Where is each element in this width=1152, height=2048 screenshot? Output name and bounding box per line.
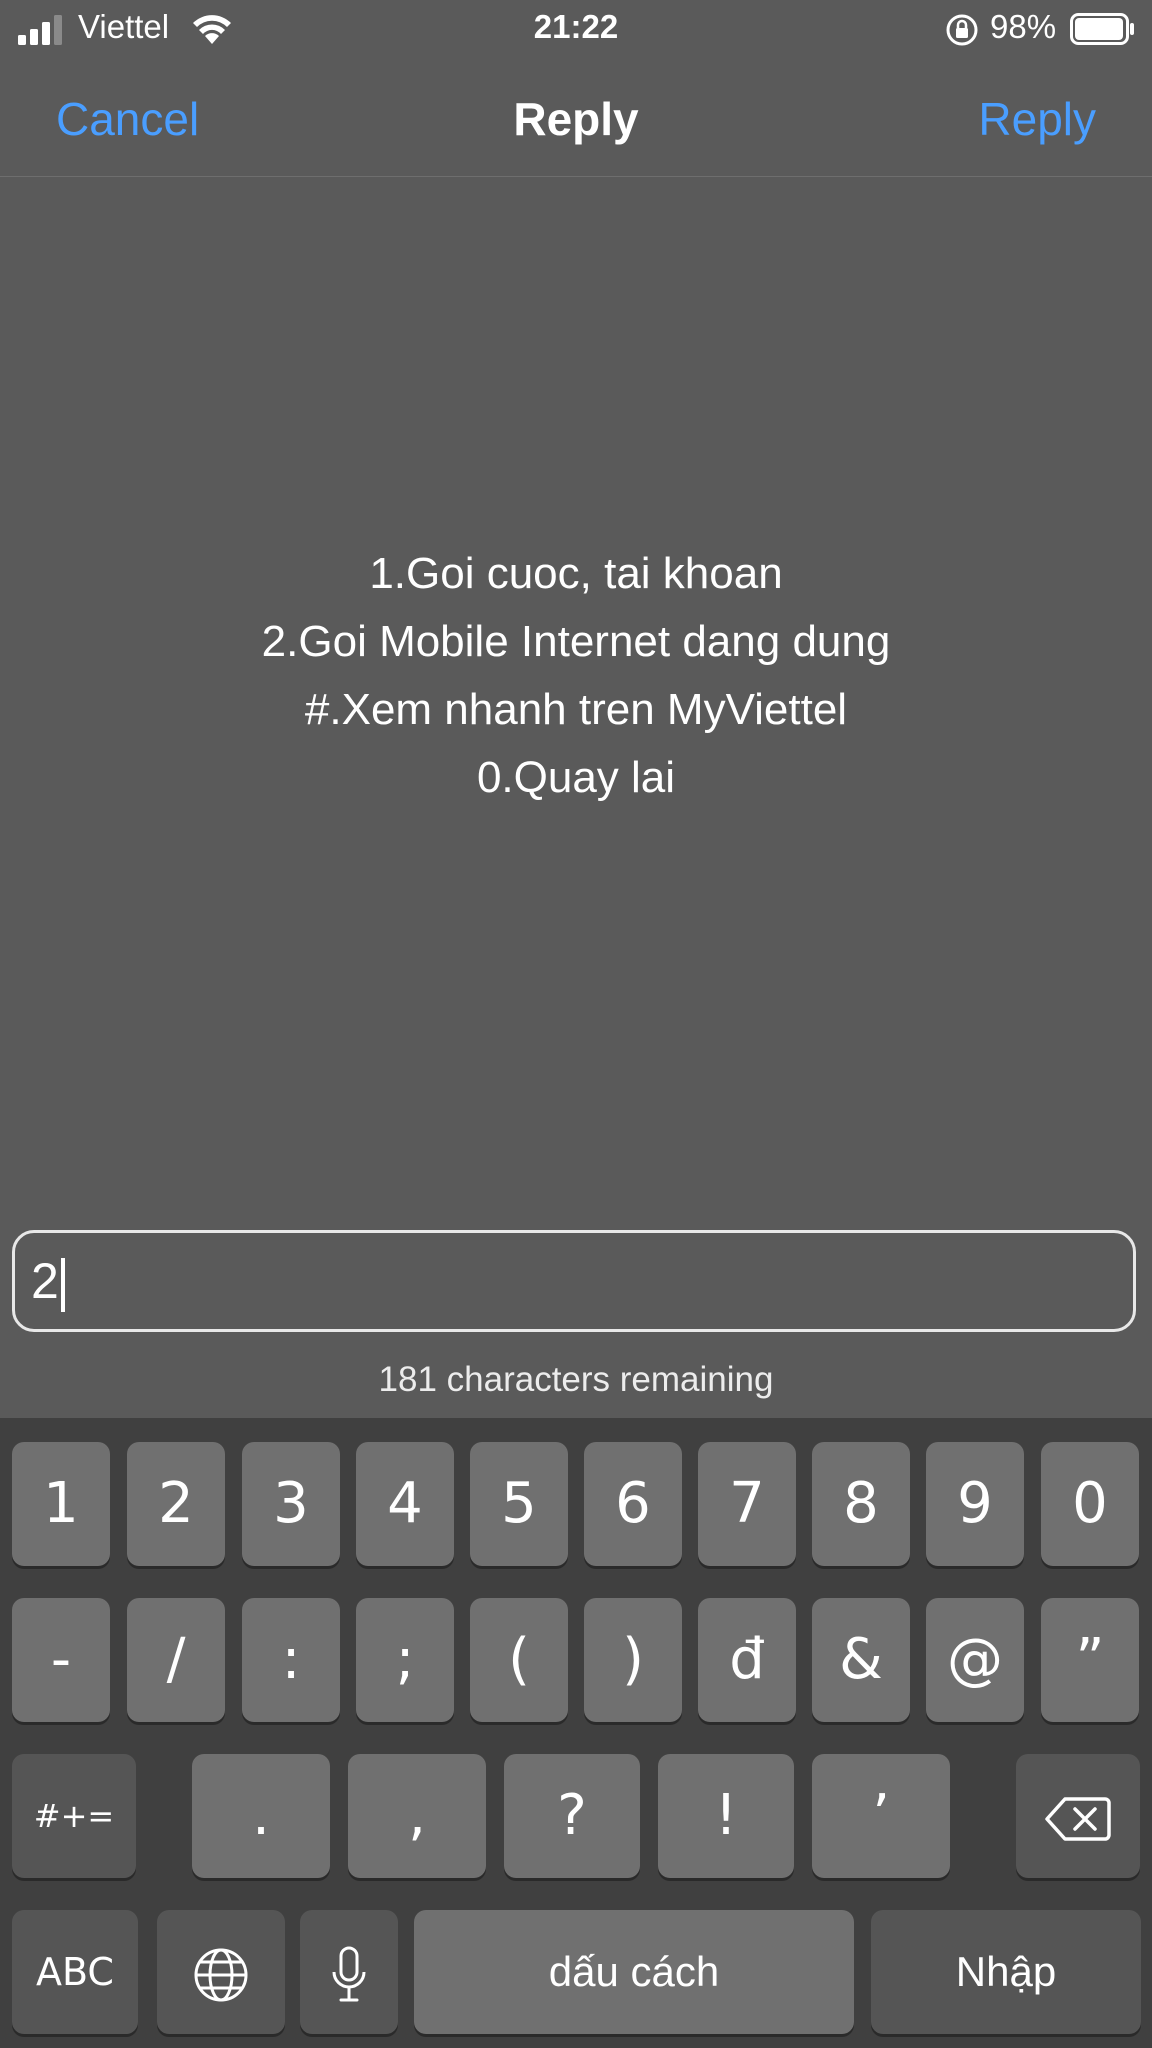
globe-icon: [194, 1948, 248, 2001]
key-open-paren[interactable]: (: [470, 1598, 568, 1722]
key-quote[interactable]: ”: [1041, 1598, 1139, 1722]
battery-percent: 98%: [990, 8, 1057, 45]
symbols-toggle-key[interactable]: #+=: [12, 1754, 136, 1878]
key-8[interactable]: 8: [812, 1442, 910, 1566]
key-hyphen[interactable]: -: [12, 1598, 110, 1722]
characters-remaining: 181 characters remaining: [378, 1360, 774, 1399]
keyboard: 1 2 3 4 5 6 7 8 9 0 - / : ; ( ) đ & @ ” …: [0, 1418, 1152, 2048]
key-semicolon[interactable]: ;: [356, 1598, 454, 1722]
globe-key[interactable]: [157, 1910, 285, 2034]
key-comma[interactable]: ,: [348, 1754, 486, 1878]
message-line: 0.Quay lai: [476, 753, 676, 802]
rotation-lock-icon: [946, 14, 978, 46]
microphone-icon: [332, 1946, 366, 2001]
status-bar: Viettel 21:22 98%: [0, 0, 1152, 60]
nav-bar: Cancel Reply Reply: [0, 60, 1152, 177]
key-6[interactable]: 6: [584, 1442, 682, 1566]
dictation-key[interactable]: [300, 1910, 398, 2034]
key-1[interactable]: 1: [12, 1442, 110, 1566]
reply-button[interactable]: Reply: [978, 92, 1096, 146]
key-dong[interactable]: đ: [698, 1598, 796, 1722]
reply-input[interactable]: 2: [12, 1230, 1136, 1332]
message-line: 1.Goi cuoc, tai khoan: [369, 549, 783, 598]
backspace-icon: [1045, 1797, 1111, 1841]
key-question[interactable]: ?: [504, 1754, 640, 1878]
ussd-message: 1.Goi cuoc, tai khoan 2.Goi Mobile Inter…: [0, 540, 1152, 812]
abc-key[interactable]: ABC: [12, 1910, 138, 2034]
delete-key[interactable]: [1016, 1754, 1140, 1878]
space-key[interactable]: dấu cách: [414, 1910, 854, 2034]
key-at[interactable]: @: [926, 1598, 1024, 1722]
key-period[interactable]: .: [192, 1754, 330, 1878]
key-0[interactable]: 0: [1041, 1442, 1139, 1566]
key-slash[interactable]: /: [127, 1598, 225, 1722]
key-3[interactable]: 3: [242, 1442, 340, 1566]
key-close-paren[interactable]: ): [584, 1598, 682, 1722]
key-7[interactable]: 7: [698, 1442, 796, 1566]
battery-icon: [1070, 13, 1134, 45]
key-apostrophe[interactable]: ’: [812, 1754, 950, 1878]
key-5[interactable]: 5: [470, 1442, 568, 1566]
key-ampersand[interactable]: &: [812, 1598, 910, 1722]
key-4[interactable]: 4: [356, 1442, 454, 1566]
return-key[interactable]: Nhập: [871, 1910, 1141, 2034]
message-line: 2.Goi Mobile Internet dang dung: [261, 617, 891, 666]
reply-input-value: 2: [31, 1253, 59, 1309]
message-line: #.Xem nhanh tren MyViettel: [304, 685, 848, 734]
key-9[interactable]: 9: [926, 1442, 1024, 1566]
text-caret: [60, 1257, 65, 1312]
key-2[interactable]: 2: [127, 1442, 225, 1566]
key-exclamation[interactable]: !: [658, 1754, 794, 1878]
key-colon[interactable]: :: [242, 1598, 340, 1722]
